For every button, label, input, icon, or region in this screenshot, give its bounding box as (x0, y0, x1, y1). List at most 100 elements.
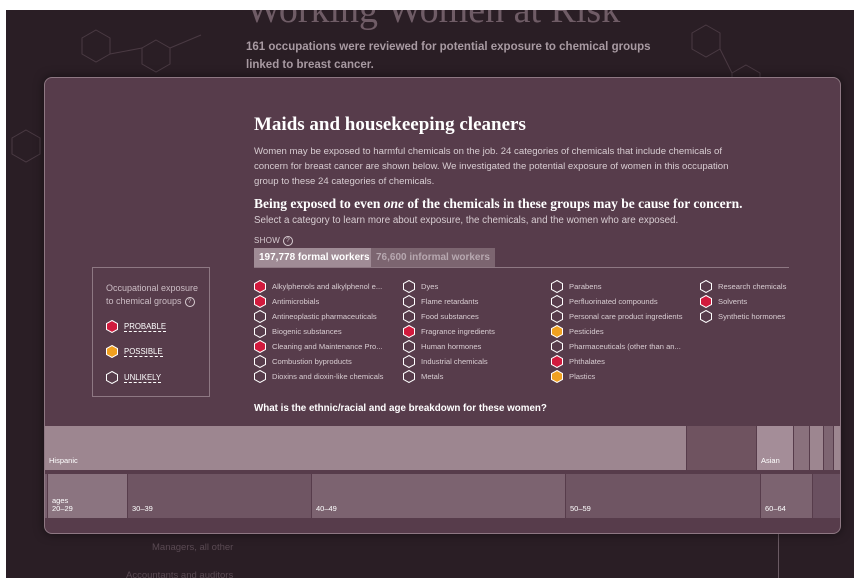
chemical-category-label: Pharmaceuticals (other than an... (569, 342, 681, 351)
show-label: SHOW? (254, 236, 294, 246)
ethnicity-segment[interactable]: Asian (757, 426, 793, 470)
ethnicity-segment[interactable] (687, 426, 756, 470)
chemical-category-label: Synthetic hormones (718, 312, 786, 321)
chemical-category-item[interactable]: Antimicrobials (254, 295, 319, 308)
probable-hexagon-icon (700, 295, 712, 308)
chemical-category-label: Cleaning and Maintenance Pro... (272, 342, 383, 351)
unlikely-hexagon-icon (551, 280, 563, 293)
chemical-category-item[interactable]: Cleaning and Maintenance Pro... (254, 340, 383, 353)
age-group-segment[interactable] (813, 474, 840, 518)
chemical-category-item[interactable]: Flame retardants (403, 295, 478, 308)
ethnicity-segment[interactable] (794, 426, 809, 470)
age-group-segment[interactable] (45, 474, 47, 518)
chemical-category-label: Food substances (421, 312, 479, 321)
age-group-label: ages 20–29 (52, 496, 73, 513)
chemical-category-item[interactable]: Food substances (403, 310, 479, 323)
unlikely-hexagon-icon (403, 340, 415, 353)
help-icon[interactable]: ? (283, 236, 294, 246)
probable-hexagon-icon (403, 325, 415, 338)
chemical-category-label: Fragrance ingredients (421, 327, 495, 336)
ethnicity-label: Hispanic (49, 456, 78, 465)
help-icon[interactable]: ? (184, 296, 195, 307)
occupation-detail-modal: Maids and housekeeping cleaners Women ma… (44, 77, 841, 534)
unlikely-hexagon-icon (254, 355, 266, 368)
page-subtitle: 161 occupations were reviewed for potent… (246, 41, 651, 71)
unlikely-hexagon-icon (254, 310, 266, 323)
legend-title: Occupational exposure to chemical groups… (106, 283, 199, 307)
chemical-category-item[interactable]: Plastics (551, 370, 595, 383)
age-group-segment[interactable]: 60–64 (761, 474, 812, 518)
ethnicity-segment[interactable] (834, 426, 840, 470)
occupation-list-item[interactable]: Managers, all other (152, 542, 233, 553)
unlikely-hexagon-icon (551, 310, 563, 323)
age-group-label: 40–49 (316, 504, 337, 513)
chemical-category-item[interactable]: Personal care product ingredients (551, 310, 683, 323)
legend-probable[interactable]: PROBABLE (106, 320, 167, 333)
probable-hexagon-icon (254, 340, 266, 353)
chemical-category-item[interactable]: Metals (403, 370, 443, 383)
legend-unlikely[interactable]: UNLIKELY (106, 371, 162, 384)
unlikely-hexagon-icon (403, 370, 415, 383)
ethnicity-segment[interactable] (810, 426, 823, 470)
chemical-category-label: Personal care product ingredients (569, 312, 683, 321)
chemical-category-item[interactable]: Dioxins and dioxin-like chemicals (254, 370, 383, 383)
chemical-category-label: Perfluorinated compounds (569, 297, 658, 306)
chemical-category-label: Dioxins and dioxin-like chemicals (272, 372, 384, 381)
probable-hexagon-icon (106, 320, 118, 333)
chemical-category-label: Antineoplastic pharmaceuticals (272, 312, 377, 321)
chemical-category-item[interactable]: Research chemicals (700, 280, 786, 293)
chemical-category-item[interactable]: Perfluorinated compounds (551, 295, 658, 308)
age-group-segment[interactable]: 50–59 (566, 474, 760, 518)
ethnicity-breakdown-bar: Hispanic Asian (45, 426, 840, 470)
chemical-category-item[interactable]: Pesticides (551, 325, 604, 338)
age-group-label: 50–59 (570, 504, 591, 513)
tab-informal-workers[interactable]: 76,600 informal workers (371, 248, 495, 267)
chemical-category-label: Pesticides (569, 327, 604, 336)
chemical-category-label: Alkylphenols and alkylphenol e... (272, 282, 383, 291)
chemical-category-label: Dyes (421, 282, 439, 291)
probable-hexagon-icon (254, 280, 266, 293)
occupation-list-item[interactable]: Accountants and auditors (126, 570, 233, 578)
tab-formal-workers[interactable]: 197,778 formal workers (254, 248, 375, 267)
chemical-category-label: Parabens (569, 282, 602, 291)
possible-hexagon-icon (551, 325, 563, 338)
exposure-legend: Occupational exposure to chemical groups… (92, 267, 210, 397)
chemical-category-item[interactable]: Human hormones (403, 340, 481, 353)
chemical-category-item[interactable]: Fragrance ingredients (403, 325, 495, 338)
unlikely-hexagon-icon (700, 280, 712, 293)
chemical-category-label: Research chemicals (718, 282, 787, 291)
chemical-category-item[interactable]: Biogenic substances (254, 325, 342, 338)
breakdown-heading: What is the ethnic/racial and age breakd… (254, 403, 547, 414)
unlikely-hexagon-icon (254, 325, 266, 338)
unlikely-hexagon-icon (551, 295, 563, 308)
tab-underline (254, 267, 789, 268)
legend-possible[interactable]: POSSIBLE (106, 345, 163, 358)
chemical-category-item[interactable]: Phthalates (551, 355, 605, 368)
ethnicity-segment[interactable]: Hispanic (45, 426, 686, 470)
chemical-category-item[interactable]: Pharmaceuticals (other than an... (551, 340, 681, 353)
chemical-category-item[interactable]: Industrial chemicals (403, 355, 488, 368)
chemical-category-item[interactable]: Synthetic hormones (700, 310, 785, 323)
age-group-segment[interactable]: 30–39 (128, 474, 311, 518)
modal-intro: Women may be exposed to harmful chemical… (254, 146, 729, 187)
unlikely-hexagon-icon (403, 310, 415, 323)
unlikely-hexagon-icon (700, 310, 712, 323)
chemical-category-item[interactable]: Combustion byproducts (254, 355, 352, 368)
chemical-category-label: Antimicrobials (272, 297, 320, 306)
age-group-segment[interactable]: 40–49 (312, 474, 565, 518)
chemical-category-item[interactable]: Parabens (551, 280, 602, 293)
age-group-segment[interactable]: ages 20–29 (48, 474, 127, 518)
modal-title: Maids and housekeeping cleaners (254, 114, 526, 135)
chemical-category-label: Plastics (569, 372, 596, 381)
chemical-category-label: Industrial chemicals (421, 357, 488, 366)
chemical-category-item[interactable]: Solvents (700, 295, 747, 308)
chemical-category-label: Flame retardants (421, 297, 479, 306)
probable-hexagon-icon (254, 295, 266, 308)
ethnicity-segment[interactable] (824, 426, 833, 470)
chemical-category-label: Phthalates (569, 357, 605, 366)
age-group-label: 60–64 (765, 504, 786, 513)
chemical-category-item[interactable]: Dyes (403, 280, 438, 293)
chemical-category-label: Biogenic substances (272, 327, 342, 336)
chemical-category-item[interactable]: Antineoplastic pharmaceuticals (254, 310, 377, 323)
chemical-category-item[interactable]: Alkylphenols and alkylphenol e... (254, 280, 382, 293)
